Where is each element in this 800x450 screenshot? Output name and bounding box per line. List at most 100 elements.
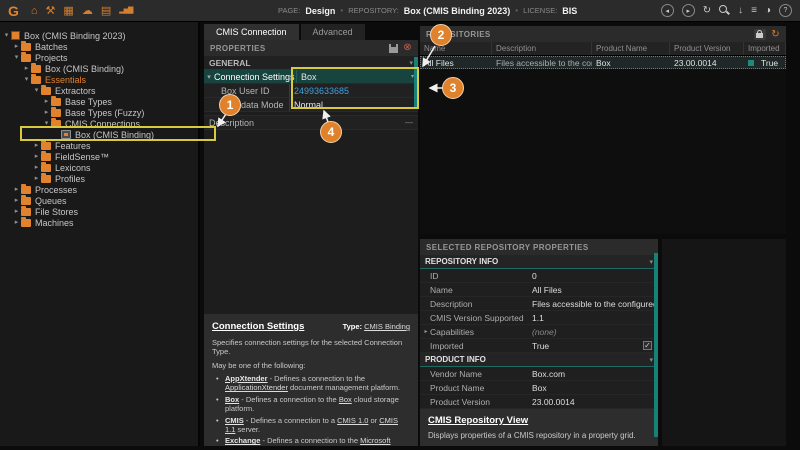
collapse-arrow-icon[interactable]: ▾ [204,73,214,81]
back-icon[interactable]: ◂ [661,4,674,17]
collapse-arrow-icon[interactable]: ▾ [12,52,21,63]
applicationxtender-link[interactable]: ApplicationXtender [225,383,288,392]
tools-icon[interactable]: ⚒ [46,0,56,22]
cmis-10-link[interactable]: CMIS 1.0 [337,416,368,425]
expand-arrow-icon[interactable]: ▸ [42,96,51,107]
box-platform-link[interactable]: Box [339,395,352,404]
tree-item-box-cmis-binding-connection[interactable]: Box (CMIS Binding) [0,129,198,140]
description-row[interactable]: Description — [204,115,418,130]
tree-item-fieldsense[interactable]: ▸ FieldSense™ [0,151,198,162]
tab-advanced[interactable]: Advanced [301,24,365,40]
tree-item-essentials[interactable]: ▾ Essentials [0,74,198,85]
theme-icon[interactable]: ◑ [765,5,771,16]
repository-value[interactable]: Box (CMIS Binding 2023) [404,6,511,16]
expand-arrow-icon[interactable]: ▸ [12,41,21,52]
search-icon[interactable] [719,5,730,16]
info-row-description[interactable]: Description Files accessible to the conf… [420,297,658,311]
forward-icon[interactable]: ▸ [682,4,695,17]
expand-arrow-icon[interactable]: ▸ [32,140,41,151]
column-product-name[interactable]: Product Name [592,42,670,55]
expand-arrow-icon[interactable]: ▸ [12,217,21,228]
collapse-icon[interactable]: — [405,118,413,127]
expand-arrow-icon[interactable]: ▸ [12,195,21,206]
tree-item-extractors[interactable]: ▾ Extractors [0,85,198,96]
help-icon[interactable]: ? [779,4,792,17]
collapse-arrow-icon[interactable]: ▾ [42,118,51,129]
section-repository-info[interactable]: REPOSITORY INFO ▾ [420,255,658,269]
repository-row-all-files[interactable]: All Files Files accessible to the config… [420,56,786,69]
info-row-name[interactable]: Name All Files [420,283,658,297]
property-value[interactable]: Normal [294,100,323,110]
tab-cmis-connection[interactable]: CMIS Connection [204,24,299,40]
product-row-product-version[interactable]: Product Version 23.00.0014 [420,395,658,409]
refresh-icon[interactable]: ↻ [771,29,780,40]
category-general[interactable]: GENERAL ▾ [204,56,418,70]
expand-arrow-icon[interactable]: ▸ [12,184,21,195]
cloud-icon[interactable]: ☁ [82,0,93,22]
tree-item-features[interactable]: ▸ Features [0,140,198,151]
collapse-arrow-icon[interactable]: ▾ [2,30,11,41]
properties-scrollbar[interactable] [414,57,418,109]
property-row-box-user-id[interactable]: Box User ID 24993633685 [204,84,418,98]
tree-item-root[interactable]: ▾ Box (CMIS Binding 2023) [0,30,198,41]
column-imported[interactable]: Imported [744,42,786,55]
expand-arrow-icon[interactable]: ▸ [12,206,21,217]
expand-arrow-icon[interactable]: ▸ [42,107,51,118]
selected-repository-scrollbar[interactable] [654,253,658,437]
collapse-arrow-icon[interactable]: ▾ [409,59,413,67]
expand-arrow-icon[interactable]: ▸ [32,151,41,162]
column-product-version[interactable]: Product Version [670,42,744,55]
storage-icon[interactable]: ▤ [101,0,111,22]
collapse-arrow-icon[interactable]: ▾ [32,85,41,96]
page-value[interactable]: Design [305,6,335,16]
tree-item-file-stores[interactable]: ▸ File Stores [0,206,198,217]
info-row-capabilities[interactable]: ▸Capabilities (none) [420,325,658,339]
tree-item-box-cmis-binding-project[interactable]: ▸ Box (CMIS Binding) [0,63,198,74]
exchange-link[interactable]: Exchange [225,436,260,445]
expand-arrow-icon[interactable]: ▸ [32,173,41,184]
tree-item-profiles[interactable]: ▸ Profiles [0,173,198,184]
appxtender-link[interactable]: AppXtender [225,374,268,383]
tree-item-lexicons[interactable]: ▸ Lexicons [0,162,198,173]
save-icon[interactable] [389,44,398,53]
info-row-imported[interactable]: Imported True ✓ [420,339,658,353]
column-name[interactable]: Name [420,42,492,55]
tree-item-base-types-fuzzy[interactable]: ▸ Base Types (Fuzzy) [0,107,198,118]
license-value[interactable]: BIS [562,6,577,16]
tree-item-batches[interactable]: ▸ Batches [0,41,198,52]
info-row-cmis-version[interactable]: CMIS Version Supported 1.1 [420,311,658,325]
type-link[interactable]: CMIS Binding [364,322,410,331]
home-icon[interactable]: ⌂ [31,0,38,22]
expand-arrow-icon[interactable]: ▸ [32,162,41,173]
box-link[interactable]: Box [225,395,239,404]
tree-item-cmis-connections[interactable]: ▾ CMIS Connections [0,118,198,129]
column-description[interactable]: Description [492,42,592,55]
collapse-arrow-icon[interactable]: ▾ [22,74,31,85]
product-row-vendor-name[interactable]: Vendor Name Box.com [420,367,658,381]
expand-arrow-icon[interactable]: ▸ [22,63,31,74]
layers-icon[interactable]: ≡ [751,5,757,16]
collapse-arrow-icon[interactable]: ▾ [649,356,653,364]
lock-icon[interactable] [754,29,766,40]
batches-icon[interactable]: ▦ [63,0,73,22]
property-row-metadata-mode[interactable]: Metadata Mode Normal [204,98,418,112]
cancel-icon[interactable]: ⊗ [403,43,412,53]
refresh-icon[interactable]: ↻ [703,5,711,16]
tree-item-base-types[interactable]: ▸ Base Types [0,96,198,107]
section-product-info[interactable]: PRODUCT INFO ▾ [420,353,658,367]
property-value[interactable]: 24993633685 [294,86,349,96]
collapse-arrow-icon[interactable]: ▾ [649,258,653,266]
tree-item-projects[interactable]: ▾ Projects [0,52,198,63]
info-row-id[interactable]: ID 0 [420,269,658,283]
checkbox-checked-icon[interactable]: ✓ [643,341,652,350]
cmis-link[interactable]: CMIS [225,416,244,425]
stats-icon[interactable]: ▂▅▇ [119,0,132,22]
expand-arrow-icon[interactable]: ▸ [422,328,430,335]
property-value[interactable]: Box [301,72,317,82]
tree-item-processes[interactable]: ▸ Processes [0,184,198,195]
product-row-product-name[interactable]: Product Name Box [420,381,658,395]
download-icon[interactable]: ↓ [738,5,743,16]
tree-item-machines[interactable]: ▸ Machines [0,217,198,228]
tree-item-queues[interactable]: ▸ Queues [0,195,198,206]
property-row-connection-settings[interactable]: ▾ Connection Settings Box ▾ [204,70,418,84]
